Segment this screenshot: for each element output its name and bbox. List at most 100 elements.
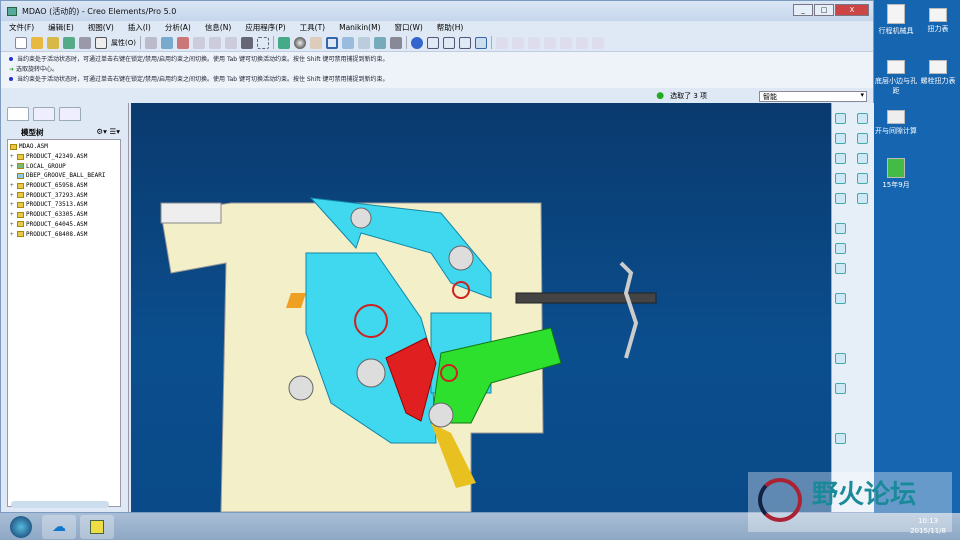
datum-plane-icon[interactable]	[835, 113, 846, 124]
menu-view[interactable]: 视图(V)	[88, 22, 114, 33]
save-icon[interactable]	[63, 36, 75, 49]
expand-icon[interactable]: +	[10, 201, 17, 208]
window-icon[interactable]	[95, 36, 107, 49]
tree-item[interactable]: + PRODUCT_65958.ASM	[10, 181, 118, 191]
round-icon[interactable]	[835, 293, 846, 304]
drag-icon[interactable]	[309, 36, 322, 49]
menu-manikin[interactable]: Manikin(M)	[339, 23, 380, 32]
menu-applications[interactable]: 应用程序(P)	[245, 22, 285, 33]
menu-info[interactable]: 信息(N)	[205, 22, 231, 33]
taskbar-app-creo[interactable]	[80, 514, 114, 539]
tree-item[interactable]: + PRODUCT_73513.ASM	[10, 200, 118, 210]
menu-insert[interactable]: 插入(I)	[128, 22, 151, 33]
open-icon[interactable]	[31, 36, 43, 49]
start-button[interactable]	[10, 515, 32, 538]
desktop-icon[interactable]: 行程机械具	[874, 4, 918, 36]
assemble-icon[interactable]	[835, 243, 846, 254]
select-icon[interactable]	[208, 36, 221, 49]
tree-item[interactable]: DBEP_GROOVE_BALL_BEARI	[10, 171, 118, 181]
close-button[interactable]: X	[835, 4, 869, 16]
desktop-icon[interactable]: 螺栓扭力表	[916, 60, 960, 86]
extrude-icon[interactable]	[835, 173, 846, 184]
selection-filter-dropdown[interactable]: 智能	[759, 90, 867, 102]
expand-icon[interactable]: +	[10, 221, 17, 228]
regenerate-icon[interactable]	[160, 36, 173, 49]
menu-analysis[interactable]: 分析(A)	[165, 22, 191, 33]
no-hidden-icon[interactable]	[458, 36, 471, 49]
datum-point-icon[interactable]	[857, 133, 868, 144]
spin-icon[interactable]	[591, 36, 604, 49]
notes-icon[interactable]	[575, 36, 588, 49]
revolve-icon[interactable]	[835, 193, 846, 204]
desktop-icon[interactable]: 扭力表	[916, 8, 960, 34]
paste-icon[interactable]	[144, 36, 157, 49]
regenerate-manager-icon[interactable]	[176, 36, 189, 49]
csys-tool-icon[interactable]	[857, 153, 868, 164]
shading-icon[interactable]	[410, 36, 423, 49]
properties-button[interactable]: 属性(O)	[111, 38, 136, 48]
tree-item[interactable]: + PRODUCT_68408.ASM	[10, 229, 118, 239]
explode-icon[interactable]	[835, 433, 846, 444]
datum-axes-icon[interactable]	[511, 36, 524, 49]
menu-file[interactable]: 文件(F)	[9, 22, 34, 33]
menu-tools[interactable]: 工具(T)	[300, 22, 325, 33]
tree-item[interactable]: + LOCAL_GROUP	[10, 161, 118, 171]
zoom-icon[interactable]	[325, 36, 338, 49]
menu-help[interactable]: 帮助(H)	[437, 22, 464, 33]
expand-icon[interactable]: +	[10, 211, 17, 218]
minimize-button[interactable]: _	[793, 4, 813, 16]
hole-icon[interactable]	[857, 193, 868, 204]
desktop-icon[interactable]: 底层小边与孔距	[874, 60, 918, 96]
orient-icon[interactable]	[341, 36, 354, 49]
display-icon[interactable]	[240, 36, 253, 49]
component-icon[interactable]	[835, 223, 846, 234]
graphics-viewport[interactable]	[131, 103, 831, 512]
find-icon[interactable]	[192, 36, 205, 49]
datum-axis-icon[interactable]	[857, 113, 868, 124]
shaded-icon[interactable]	[474, 36, 487, 49]
tree-item[interactable]: + PRODUCT_63305.ASM	[10, 210, 118, 220]
menu-window[interactable]: 窗口(W)	[395, 22, 423, 33]
tree-settings-icon[interactable]: ⚙▾	[96, 127, 107, 136]
expand-icon[interactable]: +	[10, 182, 17, 189]
tab-folder-browser[interactable]	[33, 107, 55, 121]
open-dir-icon[interactable]	[47, 36, 59, 49]
mirror-icon[interactable]	[857, 173, 868, 184]
hidden-line-icon[interactable]	[442, 36, 455, 49]
desktop-icon[interactable]: 开与间隙计算	[874, 110, 918, 136]
saved-views-icon[interactable]	[357, 36, 370, 49]
datum-curve-icon[interactable]	[835, 133, 846, 144]
tab-model-tree[interactable]	[7, 107, 29, 121]
view-manager-icon[interactable]	[389, 36, 402, 49]
maximize-button[interactable]: □	[814, 4, 834, 16]
print-icon[interactable]	[79, 36, 91, 49]
new-icon[interactable]	[15, 36, 27, 49]
taskbar-app-cloud[interactable]: ☁	[42, 514, 76, 539]
tree-item[interactable]: MDAO.ASM	[10, 142, 118, 152]
tree-item[interactable]: + PRODUCT_64045.ASM	[10, 220, 118, 230]
expand-icon[interactable]: +	[10, 192, 17, 199]
tree-horizontal-scrollbar[interactable]	[11, 501, 109, 508]
csys-icon[interactable]	[543, 36, 556, 49]
expand-icon[interactable]: +	[10, 153, 17, 160]
create-component-icon[interactable]	[835, 263, 846, 274]
expand-icon[interactable]: +	[10, 231, 17, 238]
selection-box-icon[interactable]	[256, 36, 269, 49]
tree-item[interactable]: + PRODUCT_42349.ASM	[10, 152, 118, 162]
pattern-icon[interactable]	[835, 353, 846, 364]
datum-points-icon[interactable]	[527, 36, 540, 49]
hide-icon[interactable]	[224, 36, 237, 49]
menu-edit[interactable]: 编辑(E)	[48, 22, 74, 33]
desktop-icon[interactable]: 15年9月	[874, 158, 918, 190]
wireframe-icon[interactable]	[426, 36, 439, 49]
expand-icon[interactable]: +	[10, 163, 17, 170]
annotations-icon[interactable]	[559, 36, 572, 49]
appearance-icon[interactable]	[293, 36, 306, 49]
tree-item[interactable]: + PRODUCT_37293.ASM	[10, 190, 118, 200]
datum-planes-icon[interactable]	[495, 36, 508, 49]
tree-columns-icon[interactable]: ☰▾	[110, 127, 121, 136]
layers-icon[interactable]	[373, 36, 386, 49]
tab-favorites[interactable]	[59, 107, 81, 121]
spin-center-icon[interactable]	[277, 36, 290, 49]
sketch-icon[interactable]	[835, 153, 846, 164]
